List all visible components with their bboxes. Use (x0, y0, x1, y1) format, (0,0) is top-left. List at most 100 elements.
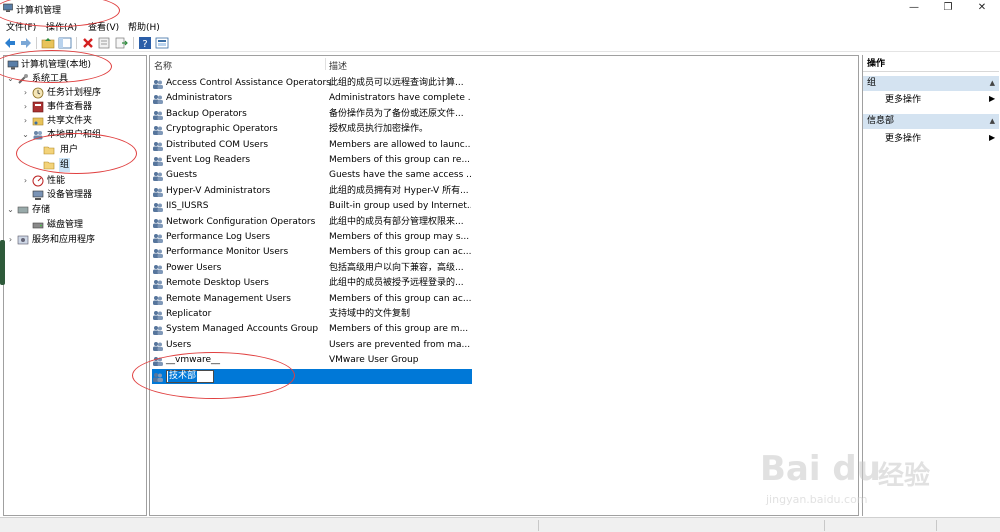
group-row[interactable]: Access Control Assistance Operators 此组的成员… (152, 76, 472, 91)
group-description: Administrators have complete ... (329, 93, 471, 104)
up-folder-icon[interactable] (41, 36, 55, 50)
group-name: Access Control Assistance Operators (166, 78, 331, 88)
watermark-cn: 经验 (878, 461, 931, 491)
forward-icon[interactable] (19, 36, 33, 50)
export-icon[interactable] (114, 36, 128, 50)
group-icon (153, 172, 163, 182)
baidu-watermark: Bai du 经验 jingyan.baidu.com (760, 445, 990, 515)
group-row[interactable]: Administrators Administrators have comple… (152, 91, 472, 106)
group-row[interactable]: Hyper-V Administrators 此组的成员拥有对 Hyper-V 所… (152, 184, 472, 199)
group-icon (153, 326, 163, 336)
maximize-button[interactable]: ❐ (932, 0, 964, 17)
group-row[interactable]: Network Configuration Operators 此组中的成员有部分… (152, 215, 472, 230)
group-row[interactable]: Remote Management Users Members of this g… (152, 292, 472, 307)
group-description: 支持域中的文件复制 (329, 309, 411, 319)
tree-item-services-applications[interactable]: › 服务和应用程序 (6, 233, 146, 247)
group-row[interactable]: Event Log Readers Members of this group c… (152, 153, 472, 168)
column-header-description[interactable]: 描述 (329, 59, 347, 72)
group-name: Hyper-V Administrators (166, 185, 271, 196)
group-name: Power Users (166, 262, 222, 273)
tree-item-label: 共享文件夹 (47, 116, 93, 126)
tree-item-device-manager[interactable]: 设备管理器 (32, 188, 146, 202)
show-hide-tree-icon[interactable] (58, 36, 72, 50)
tree-item-label: 存储 (32, 205, 51, 215)
disk-icon (32, 222, 44, 229)
group-name: Performance Monitor Users (166, 247, 289, 258)
section-title: 组 (867, 78, 877, 88)
caret-up-icon[interactable]: ▲ (990, 114, 995, 129)
group-row[interactable]: System Managed Accounts Group Members of … (152, 322, 472, 337)
group-icon (153, 234, 163, 243)
group-name: IIS_IUSRS (166, 201, 209, 212)
tree-item-shared-folders[interactable]: › 共享文件夹 (21, 114, 146, 128)
group-row[interactable]: Cryptographic Operators 授权成员执行加密操作。 (152, 122, 472, 137)
status-divider (538, 520, 539, 531)
group-row[interactable]: Users Users are prevented from ma... (152, 338, 472, 353)
group-row[interactable]: IIS_IUSRS Built-in group used by Internet… (152, 199, 472, 214)
chevron-right-icon[interactable]: › (21, 100, 30, 114)
chevron-right-icon[interactable]: › (6, 233, 15, 247)
actions-section-group[interactable]: 组 ▲ (863, 76, 999, 91)
group-name: Cryptographic Operators (166, 124, 278, 135)
chevron-right-icon[interactable]: › (21, 174, 30, 188)
help-icon[interactable]: ? (138, 36, 152, 50)
caret-up-icon[interactable]: ▲ (990, 76, 995, 91)
column-header-name[interactable]: 名称 (154, 59, 172, 72)
column-divider[interactable] (325, 58, 326, 70)
chevron-right-icon[interactable]: › (21, 86, 30, 100)
group-name: Distributed COM Users (166, 139, 269, 150)
group-name: Guests (166, 170, 198, 181)
toolbar: ? (0, 34, 1000, 52)
tree-scrollbar-thumb[interactable] (0, 240, 5, 285)
group-icon (153, 295, 163, 305)
group-description: 此组中的成员有部分管理权限来... (329, 216, 464, 227)
submenu-arrow-icon[interactable]: ▶ (989, 133, 995, 142)
tree-item-label: 任务计划程序 (47, 88, 102, 98)
group-row[interactable]: Performance Monitor Users Members of this… (152, 245, 472, 260)
tree-item-performance[interactable]: › 性能 (21, 174, 146, 188)
group-icon (153, 80, 163, 89)
toolbar-separator (133, 37, 134, 49)
groups-list: 名称 描述 Access Control Assistance Operator… (149, 55, 859, 516)
group-row[interactable]: Replicator 支持域中的文件复制 (152, 307, 472, 322)
group-row[interactable]: Distributed COM Users Members are allowed… (152, 138, 472, 153)
title-bar: 计算机管理 — ❐ ✕ (0, 0, 1000, 17)
toolbar-separator (36, 37, 37, 49)
services-icon (17, 235, 29, 245)
tree-item-event-viewer[interactable]: › 事件查看器 (21, 100, 146, 114)
menu-help[interactable]: 帮助(H) (128, 20, 160, 33)
group-row[interactable]: Power Users 包括高级用户以向下兼容，高级... (152, 261, 472, 276)
group-description: Members of this group can re... (329, 155, 471, 165)
chevron-down-icon[interactable]: ⌄ (6, 203, 15, 217)
chevron-right-icon[interactable]: › (21, 114, 30, 128)
status-bar (0, 517, 1000, 532)
view-icon[interactable] (155, 36, 169, 50)
group-name: Remote Management Users (166, 293, 291, 304)
properties-icon[interactable] (97, 36, 111, 50)
tree-item-storage[interactable]: ⌄ 存储 (6, 203, 146, 217)
group-description: 备份操作员为了备份或还原文件... (329, 108, 464, 119)
actions-section-info-dept[interactable]: 信息部 ▲ (863, 114, 999, 129)
menu-bar: 文件(F) 操作(A) 查看(V) 帮助(H) (0, 17, 1000, 33)
status-divider (824, 520, 825, 531)
group-description: Members of this group are m... (329, 324, 469, 335)
more-actions-info-dept[interactable]: 更多操作 (885, 132, 921, 146)
close-button[interactable]: ✕ (966, 0, 998, 17)
group-row[interactable]: Backup Operators 备份操作员为了备份或还原文件... (152, 107, 472, 122)
back-icon[interactable] (3, 36, 17, 50)
minimize-button[interactable]: — (898, 0, 930, 17)
clock-icon (32, 87, 44, 99)
group-icon (153, 126, 163, 136)
more-actions-group[interactable]: 更多操作 (885, 93, 921, 107)
shared-folder-icon (32, 117, 44, 126)
submenu-arrow-icon[interactable]: ▶ (989, 94, 995, 103)
group-row[interactable]: Remote Desktop Users 此组中的成员被授予远程登录的... (152, 276, 472, 291)
toolbar-separator (76, 37, 77, 49)
tree-item-task-scheduler[interactable]: › 任务计划程序 (21, 86, 146, 100)
tree-item-label: 性能 (47, 176, 66, 186)
group-row[interactable]: Guests Guests have the same access ... (152, 168, 472, 183)
delete-icon[interactable] (81, 36, 95, 50)
group-row[interactable]: Performance Log Users Members of this gro… (152, 230, 472, 245)
tree-item-disk-management[interactable]: 磁盘管理 (32, 218, 146, 232)
group-name: Administrators (166, 93, 233, 104)
